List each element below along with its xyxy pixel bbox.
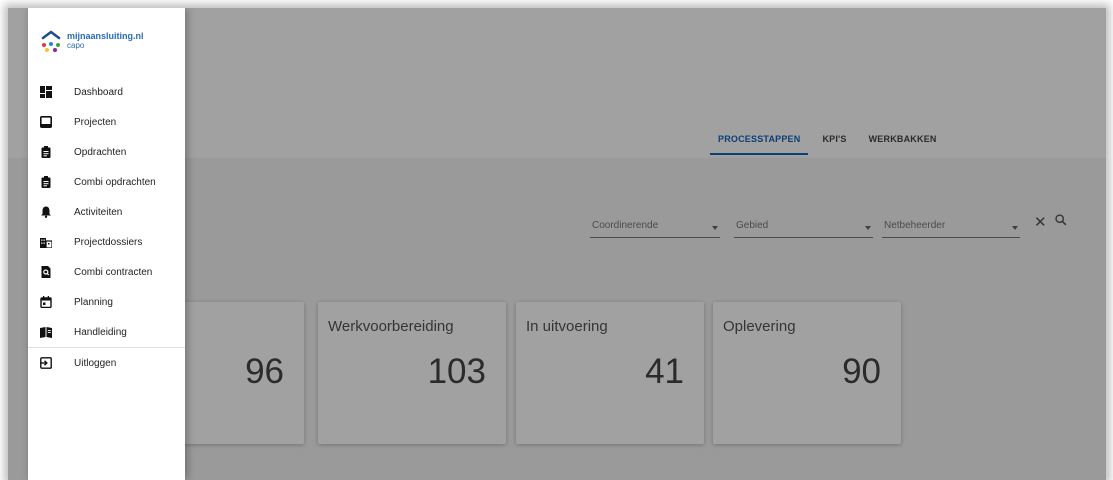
sidebar-item-combi-contracten[interactable]: Combi contracten <box>28 257 185 287</box>
sidebar-item-label: Uitloggen <box>74 357 117 369</box>
calendar-icon <box>40 296 52 308</box>
book-icon <box>40 326 52 338</box>
logo-icon <box>40 29 62 55</box>
logo-text: mijnaansluiting.nl <box>67 31 144 41</box>
inbox-icon <box>40 116 52 128</box>
sidebar-item-label: Combi opdrachten <box>74 176 156 188</box>
sidebar-item-uitloggen[interactable]: Uitloggen <box>28 348 185 378</box>
sidebar-item-opdrachten[interactable]: Opdrachten <box>28 137 185 167</box>
sidebar-item-label: Projecten <box>74 116 117 128</box>
sidebar-item-activiteiten[interactable]: Activiteiten <box>28 197 185 227</box>
navigation-drawer: mijnaansluiting.nl capo Dashboard Projec… <box>28 8 185 480</box>
sidebar-item-label: Handleiding <box>74 326 127 338</box>
sidebar-item-projecten[interactable]: Projecten <box>28 107 185 137</box>
bell-icon <box>40 206 52 218</box>
sidebar-item-label: Activiteiten <box>74 206 123 218</box>
sidebar-item-combi-opdrachten[interactable]: Combi opdrachten <box>28 167 185 197</box>
sidebar-item-label: Projectdossiers <box>74 236 143 248</box>
sidebar-item-projectdossiers[interactable]: Projectdossiers <box>28 227 185 257</box>
logout-icon <box>40 357 52 369</box>
building-icon <box>40 236 52 248</box>
sidebar-item-label: Combi contracten <box>74 266 153 278</box>
sidebar-item-dashboard[interactable]: Dashboard <box>28 77 185 107</box>
sidebar-item-label: Planning <box>74 296 113 308</box>
logo-subtext: capo <box>67 41 85 50</box>
clipboard-icon <box>40 176 52 188</box>
sidebar-item-planning[interactable]: Planning <box>28 287 185 317</box>
sidebar-item-label: Dashboard <box>74 86 123 98</box>
sidebar-item-label: Opdrachten <box>74 146 127 158</box>
dashboard-icon <box>40 86 52 98</box>
drawer-menu: Dashboard Projecten Opdrachten Combi opd… <box>28 77 185 378</box>
sidebar-item-handleiding[interactable]: Handleiding <box>28 317 185 347</box>
clipboard-icon <box>40 146 52 158</box>
app-window: d PROCESSTAPPEN KPI'S WERKBAKKEN Coordin… <box>8 8 1106 480</box>
find-document-icon <box>40 266 52 278</box>
